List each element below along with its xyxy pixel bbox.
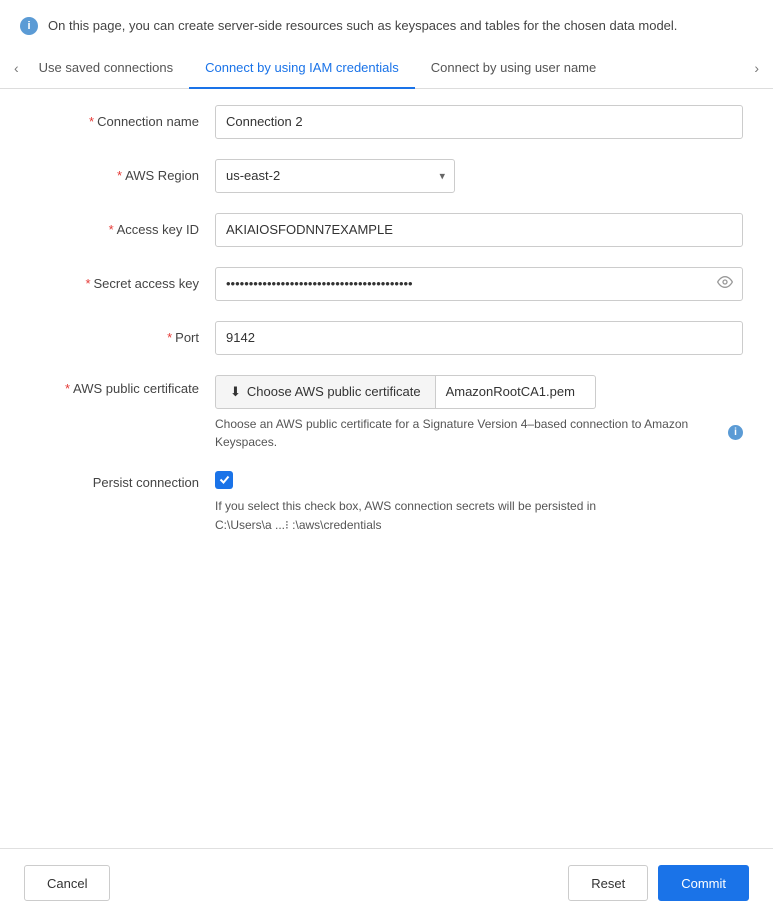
tab-username[interactable]: Connect by using user name xyxy=(415,48,612,89)
secret-key-row: *Secret access key xyxy=(30,267,743,301)
checkbox-row xyxy=(215,471,743,489)
port-label: *Port xyxy=(30,330,215,345)
port-input[interactable] xyxy=(215,321,743,355)
cert-info-icon: i xyxy=(728,425,743,440)
aws-region-row: *AWS Region us-east-1 us-east-2 us-west-… xyxy=(30,159,743,193)
info-banner: i On this page, you can create server-si… xyxy=(0,0,773,48)
cancel-button[interactable]: Cancel xyxy=(24,865,110,901)
secret-key-label: *Secret access key xyxy=(30,276,215,291)
connection-name-label: *Connection name xyxy=(30,114,215,129)
aws-region-select[interactable]: us-east-1 us-east-2 us-west-1 us-west-2 … xyxy=(215,159,455,193)
cert-label: *AWS public certificate xyxy=(30,375,215,396)
cert-row: *AWS public certificate ⬇ Choose AWS pub… xyxy=(30,375,743,451)
form-area: *Connection name *AWS Region us-east-1 u… xyxy=(0,89,773,849)
connection-name-input[interactable] xyxy=(215,105,743,139)
tab-saved-connections[interactable]: Use saved connections xyxy=(23,48,189,89)
cert-button-row: ⬇ Choose AWS public certificate AmazonRo… xyxy=(215,375,743,409)
aws-region-label: *AWS Region xyxy=(30,168,215,183)
persist-checkbox[interactable] xyxy=(215,471,233,489)
tab-iam-credentials[interactable]: Connect by using IAM credentials xyxy=(189,48,415,89)
cert-help-text: Choose an AWS public certificate for a S… xyxy=(215,415,743,451)
access-key-row: *Access key ID xyxy=(30,213,743,247)
secret-key-wrapper xyxy=(215,267,743,301)
footer-right: Reset Commit xyxy=(568,865,749,901)
page-wrapper: i On this page, you can create server-si… xyxy=(0,0,773,917)
persist-row: Persist connection If you select this ch… xyxy=(30,471,743,532)
eye-icon[interactable] xyxy=(717,274,733,293)
download-icon: ⬇ xyxy=(230,384,241,400)
tab-arrow-left[interactable]: ‹ xyxy=(10,60,23,76)
cert-filename: AmazonRootCA1.pem xyxy=(436,375,596,409)
info-text: On this page, you can create server-side… xyxy=(48,16,677,36)
persist-path: C:\Users\a ...⁝ :\aws\credentials xyxy=(215,518,743,532)
tab-bar: ‹ Use saved connections Connect by using… xyxy=(0,48,773,89)
footer: Cancel Reset Commit xyxy=(0,848,773,917)
cert-section: ⬇ Choose AWS public certificate AmazonRo… xyxy=(215,375,743,451)
access-key-input[interactable] xyxy=(215,213,743,247)
persist-help-text: If you select this check box, AWS connec… xyxy=(215,497,743,516)
port-row: *Port xyxy=(30,321,743,355)
persist-label: Persist connection xyxy=(30,471,215,490)
access-key-label: *Access key ID xyxy=(30,222,215,237)
secret-key-input[interactable] xyxy=(215,267,743,301)
tab-arrow-right[interactable]: › xyxy=(750,60,763,76)
commit-button[interactable]: Commit xyxy=(658,865,749,901)
persist-section: If you select this check box, AWS connec… xyxy=(215,471,743,532)
info-icon: i xyxy=(20,17,38,35)
choose-certificate-button[interactable]: ⬇ Choose AWS public certificate xyxy=(215,375,436,409)
reset-button[interactable]: Reset xyxy=(568,865,648,901)
connection-name-row: *Connection name xyxy=(30,105,743,139)
aws-region-select-wrapper: us-east-1 us-east-2 us-west-1 us-west-2 … xyxy=(215,159,455,193)
